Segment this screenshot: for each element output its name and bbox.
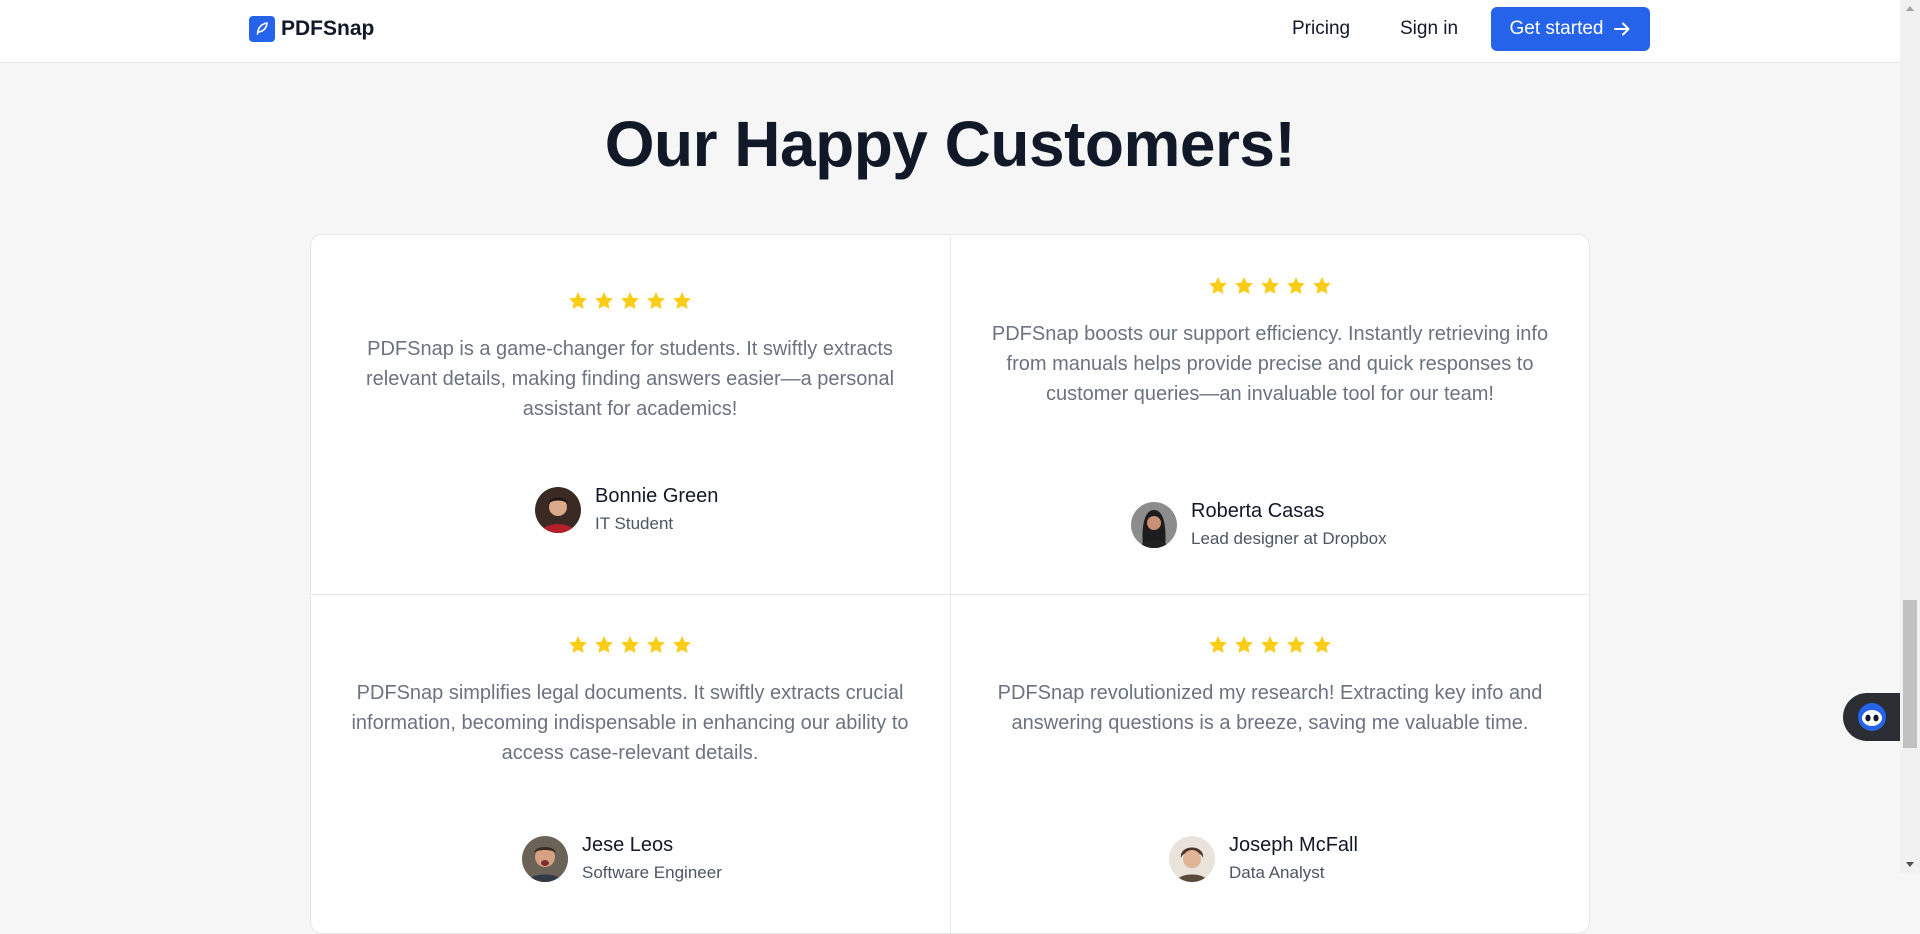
star-icon <box>1287 636 1305 653</box>
chat-bot-icon <box>1858 703 1886 731</box>
star-icon <box>673 636 691 653</box>
star-icon <box>569 636 587 653</box>
nav-pricing-link[interactable]: Pricing <box>1292 18 1350 40</box>
brand-name: PDFSnap <box>281 17 375 40</box>
star-icon <box>595 292 613 309</box>
section-title: Our Happy Customers! <box>604 108 1296 180</box>
star-icon <box>569 292 587 309</box>
author-role: Software Engineer <box>582 863 722 882</box>
star-rating <box>991 275 1549 297</box>
testimonial-quote: PDFSnap revolutionized my research! Extr… <box>997 682 1543 734</box>
star-icon <box>647 292 665 309</box>
testimonial-quote: PDFSnap is a game-changer for students. … <box>365 338 895 420</box>
avatar <box>535 487 581 533</box>
avatar <box>1131 502 1177 548</box>
testimonials-grid: PDFSnap is a game-changer for students. … <box>310 234 1590 934</box>
testimonial-card: PDFSnap is a game-changer for students. … <box>311 290 949 424</box>
get-started-label: Get started <box>1509 18 1604 39</box>
star-icon <box>621 636 639 653</box>
testimonial-author: Joseph McFall Data Analyst <box>1169 832 1358 886</box>
star-icon <box>1313 277 1331 294</box>
author-role: IT Student <box>595 514 674 533</box>
testimonial-card: PDFSnap simplifies legal documents. It s… <box>311 634 949 768</box>
nav-signin-link[interactable]: Sign in <box>1400 18 1458 40</box>
author-name: Roberta Casas <box>1191 500 1325 522</box>
scroll-down-arrow-icon[interactable] <box>1900 856 1920 873</box>
testimonial-quote: PDFSnap boosts our support efficiency. I… <box>991 323 1549 405</box>
author-role: Data Analyst <box>1229 863 1325 882</box>
star-icon <box>1287 277 1305 294</box>
testimonial-card: PDFSnap revolutionized my research! Extr… <box>951 634 1589 738</box>
top-navbar: PDFSnap Pricing Sign in Get started <box>0 0 1900 63</box>
author-name: Bonnie Green <box>595 485 719 507</box>
testimonial-card: PDFSnap boosts our support efficiency. I… <box>951 275 1589 409</box>
star-rating <box>351 290 909 312</box>
testimonial-author: Bonnie Green IT Student <box>535 483 718 537</box>
star-icon <box>1209 277 1227 294</box>
page-scrollbar[interactable] <box>1900 0 1920 873</box>
testimonial-author: Jese Leos Software Engineer <box>522 832 722 886</box>
get-started-button[interactable]: Get started <box>1491 7 1650 51</box>
avatar <box>1169 836 1215 882</box>
avatar <box>522 836 568 882</box>
star-icon <box>595 636 613 653</box>
grid-divider-horizontal <box>311 594 1589 595</box>
feather-icon <box>249 16 275 42</box>
star-icon <box>1313 636 1331 653</box>
star-rating <box>991 634 1549 656</box>
scroll-up-arrow-icon[interactable] <box>1900 0 1920 17</box>
author-name: Jese Leos <box>582 834 674 856</box>
star-icon <box>1235 277 1253 294</box>
brand-logo[interactable]: PDFSnap <box>249 16 374 42</box>
author-role: Lead designer at Dropbox <box>1191 529 1387 548</box>
testimonial-author: Roberta Casas Lead designer at Dropbox <box>1131 498 1387 552</box>
author-name: Joseph McFall <box>1229 834 1358 856</box>
testimonial-quote: PDFSnap simplifies legal documents. It s… <box>351 682 909 764</box>
star-icon <box>673 292 691 309</box>
star-icon <box>1261 277 1279 294</box>
star-icon <box>647 636 665 653</box>
star-icon <box>1235 636 1253 653</box>
chat-widget-button[interactable] <box>1843 693 1900 741</box>
scroll-thumb[interactable] <box>1903 600 1917 748</box>
star-icon <box>621 292 639 309</box>
star-icon <box>1209 636 1227 653</box>
star-icon <box>1261 636 1279 653</box>
arrow-right-icon <box>1613 22 1629 36</box>
star-rating <box>351 634 909 656</box>
